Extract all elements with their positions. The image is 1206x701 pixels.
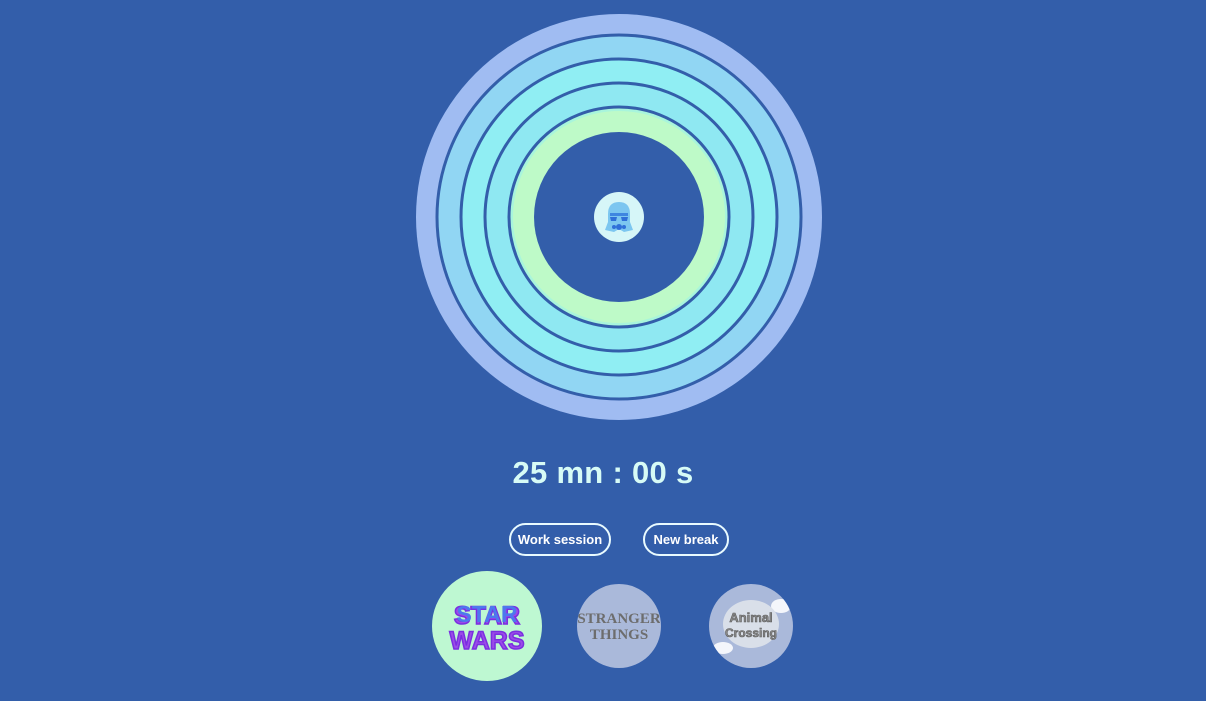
star-wars-logo: STAR WARS STAR	[449, 601, 526, 652]
stranger-things-logo: STRANGER THINGS	[578, 611, 660, 643]
theme-stranger-things-line1: STRANGER	[578, 611, 660, 627]
work-session-button[interactable]: Work session	[509, 523, 611, 556]
theme-star-wars-button[interactable]: STAR WARS STAR	[432, 571, 542, 681]
theme-stranger-things-button[interactable]: STRANGER THINGS	[577, 584, 661, 668]
theme-animal-crossing-line1: Animal	[729, 610, 772, 625]
animal-crossing-logo: Animal Crossing	[713, 599, 791, 654]
theme-animal-crossing-line2: Crossing	[725, 626, 777, 640]
theme-animal-crossing-button[interactable]: Animal Crossing	[709, 584, 793, 668]
new-break-button[interactable]: New break	[643, 523, 729, 556]
svg-text:STAR: STAR	[457, 601, 518, 627]
stormtrooper-helmet-icon	[594, 192, 644, 242]
theme-star-wars-line2: WARS	[450, 627, 525, 652]
theme-stranger-things-line2: THINGS	[590, 627, 648, 643]
pomodoro-app: 25 mn : 00 s Work session New break STAR…	[0, 0, 1206, 701]
timer-display: 25 mn : 00 s	[512, 455, 694, 490]
